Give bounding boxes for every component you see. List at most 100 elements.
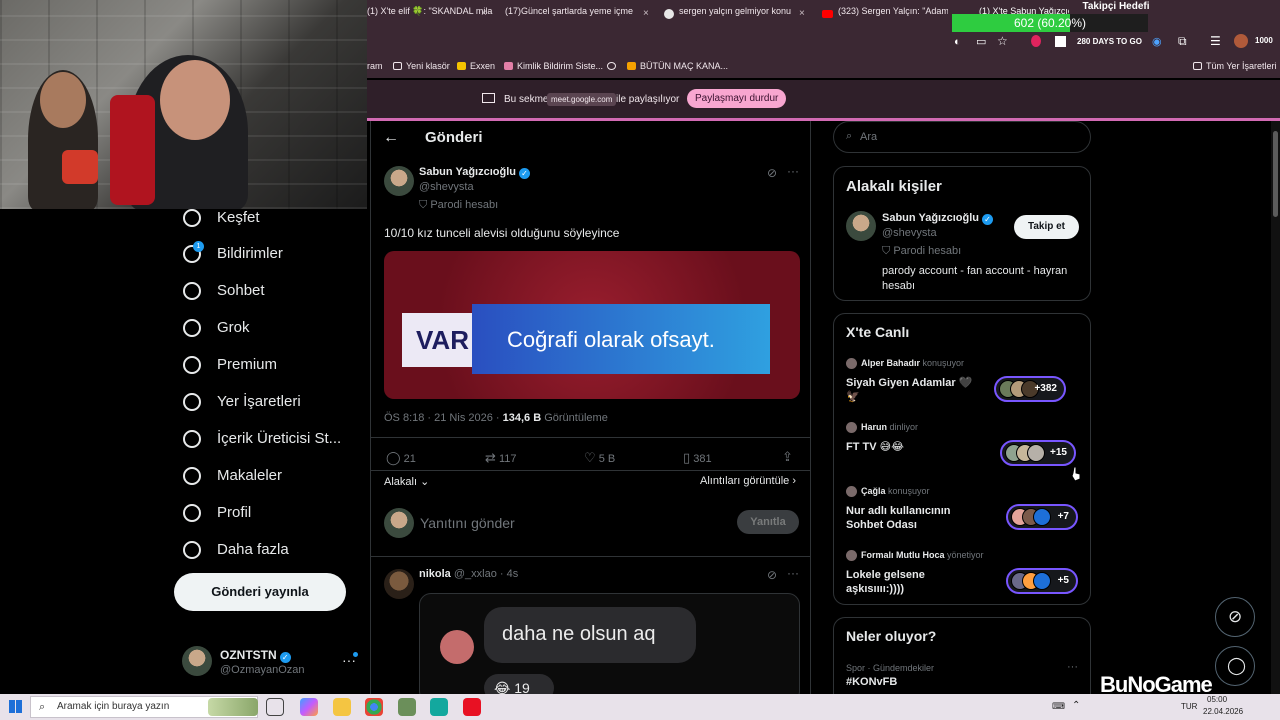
live-space-item[interactable]: Çağla konuşuyor Nur adlı kullanıcının Soh… [834, 482, 1090, 542]
screencast-icon[interactable]: ▭ [976, 35, 986, 48]
repost-icon[interactable]: ⇄ [485, 450, 496, 465]
listeners-pill[interactable]: +5 [1006, 568, 1078, 594]
grok-icon[interactable]: ⊘ [767, 166, 777, 180]
host-status: yönetiyor [947, 550, 984, 560]
extension-icon[interactable] [1031, 35, 1041, 47]
pencil-icon [504, 62, 513, 70]
live-space-item[interactable]: Harun dinliyor FT TV 😅😂 +15 [834, 418, 1090, 478]
author-handle[interactable]: @shevysta [419, 181, 474, 193]
share-icon[interactable]: ⇪ [782, 449, 793, 465]
globe-icon [607, 62, 616, 70]
listeners-pill[interactable]: +7 [1006, 504, 1078, 530]
live-space-item[interactable]: Alper Bahadır konuşuyor Siyah Giyen Adaml… [834, 354, 1090, 414]
more-dots-icon[interactable]: ··· [787, 164, 799, 178]
follower-goal-overlay: Takipçi Hedefi 602 (60.20%) [952, 0, 1280, 36]
search-input[interactable]: ⌕ Ara [833, 121, 1091, 153]
post-media[interactable]: VAR Coğrafi olarak ofsayt. [384, 251, 800, 399]
person-name[interactable]: Sabun Yağızcıoğlu [882, 212, 979, 224]
chat-bubble: daha ne olsun aq [484, 607, 696, 663]
follow-button[interactable]: Takip et [1014, 215, 1079, 239]
more-icon [183, 541, 201, 559]
bookmark-item[interactable]: Yeni klasör [393, 61, 450, 71]
browser-tab[interactable]: (323) Sergen Yalçın: "Adam Ko [838, 6, 948, 24]
app-icon[interactable] [463, 698, 481, 716]
task-view-icon[interactable] [266, 698, 284, 716]
weather-widget-icon[interactable] [208, 698, 258, 716]
stop-sharing-button[interactable]: Paylaşmayı durdur [687, 89, 787, 108]
bookmark-item[interactable]: ram [367, 61, 383, 71]
listener-count: +382 [1034, 383, 1057, 394]
host-status: konuşuyor [888, 486, 930, 496]
reply-author-avatar[interactable] [384, 569, 414, 599]
countdown-badge: 280 DAYS TO GO [1077, 37, 1142, 46]
live-space-item[interactable]: Formalı Mutlu Hoca yönetiyor Lokele gelse… [834, 546, 1090, 606]
puzzle-icon[interactable]: ⧉ [1178, 34, 1187, 49]
scrollbar[interactable] [1271, 121, 1280, 694]
more-dots-icon[interactable]: ··· [787, 566, 799, 580]
reply-button[interactable]: Yanıtla [737, 510, 799, 534]
listener-avatar [1033, 508, 1051, 526]
extension-icon[interactable] [1055, 36, 1066, 47]
clock-date[interactable]: 22.04.2026 [1203, 707, 1243, 716]
space-title: FT TV 😅😂 [846, 441, 904, 453]
star-icon[interactable]: ☆ [997, 34, 1008, 48]
relevant-sort[interactable]: Alakalı ⌄ [384, 475, 429, 488]
bookmark-icon[interactable]: ▯ [683, 450, 690, 465]
grok-fab[interactable]: ⊘ [1215, 597, 1255, 637]
listeners-pill[interactable]: +382 [994, 376, 1066, 402]
nav-item-label: Bildirimler [217, 245, 283, 262]
view-quotes-link[interactable]: Alıntıları görüntüle › [700, 475, 796, 487]
app-icon[interactable] [398, 698, 416, 716]
bookmark-item[interactable]: Kimlik Bildirim Siste... [504, 61, 603, 71]
microphone [62, 150, 98, 184]
app-icon[interactable] [430, 698, 448, 716]
tray-chevron-icon[interactable]: ⌃ [1072, 700, 1080, 711]
views-label: Görüntüleme [544, 412, 608, 424]
reply-input[interactable]: Yanıtını gönder [420, 515, 515, 531]
copilot-icon[interactable] [300, 698, 318, 716]
account-handle: @OzmayanOzan [220, 664, 305, 676]
post-button[interactable]: Gönderi yayınla [174, 573, 346, 611]
keyboard-icon[interactable]: ⌨ [1052, 701, 1065, 712]
trend-tag[interactable]: #KONvFB [846, 676, 897, 688]
reply-author-name[interactable]: nikola [419, 568, 451, 580]
related-people-card: Alakalı kişiler Sabun Yağızcıoğlu ✓ @shev… [833, 166, 1091, 301]
windows-start-icon[interactable] [9, 700, 22, 713]
bookmarks-bar: ram Yeni klasör Exxen Kimlik Bildirim Si… [367, 54, 1280, 78]
clock-time[interactable]: 05:00 [1207, 695, 1227, 704]
more-dots-icon[interactable]: ··· [1067, 661, 1078, 673]
author-avatar[interactable] [384, 166, 414, 196]
menu-icon[interactable]: ☰ [1210, 34, 1221, 48]
listeners-pill[interactable]: +15 [1000, 440, 1076, 466]
profile-avatar[interactable] [1234, 34, 1248, 48]
close-icon[interactable]: × [643, 8, 649, 19]
browser-tab[interactable]: (17)Güncel şartlarda yeme içme [505, 6, 633, 24]
bookmark-item[interactable]: Tüm Yer İşaretleri [1193, 61, 1277, 71]
grok-icon[interactable]: ⊘ [767, 568, 777, 582]
bookmark-item[interactable]: Exxen [457, 61, 495, 71]
avatar[interactable] [846, 211, 876, 241]
bookmark-count: 381 [693, 453, 712, 465]
reply-media[interactable]: daha ne olsun aq 😂 19 [419, 593, 800, 694]
browser-tab[interactable]: sergen yalçın gelmiyor konuşm [679, 6, 791, 24]
close-icon[interactable]: × [799, 8, 805, 19]
like-icon[interactable]: ♡ [584, 450, 596, 465]
back-arrow-icon[interactable]: ← [383, 129, 399, 147]
exxen-icon [457, 62, 466, 70]
language-indicator[interactable]: TUR [1181, 702, 1197, 711]
bookmark-item[interactable]: BÜTÜN MAÇ KANA... [627, 61, 728, 71]
author-name[interactable]: Sabun Yağızcıoğlu [419, 166, 516, 178]
bookmark-item[interactable] [607, 61, 620, 71]
chrome-icon[interactable] [365, 698, 383, 716]
messages-fab[interactable]: ◯ [1215, 646, 1255, 686]
close-icon[interactable]: × [481, 8, 487, 19]
eye-icon[interactable]: ◐ [954, 36, 961, 48]
extension-icon[interactable]: ◉ [1152, 35, 1162, 48]
premium-icon [183, 356, 201, 374]
file-explorer-icon[interactable] [333, 698, 351, 716]
mouse-cursor [1070, 466, 1082, 482]
reply-age: · 4s [499, 568, 519, 580]
reply-icon[interactable]: ◯ [386, 450, 401, 465]
browser-tab[interactable]: (1) X'te elif 🍀: "SKANDAL mila [367, 6, 497, 24]
grok-icon [183, 319, 201, 337]
